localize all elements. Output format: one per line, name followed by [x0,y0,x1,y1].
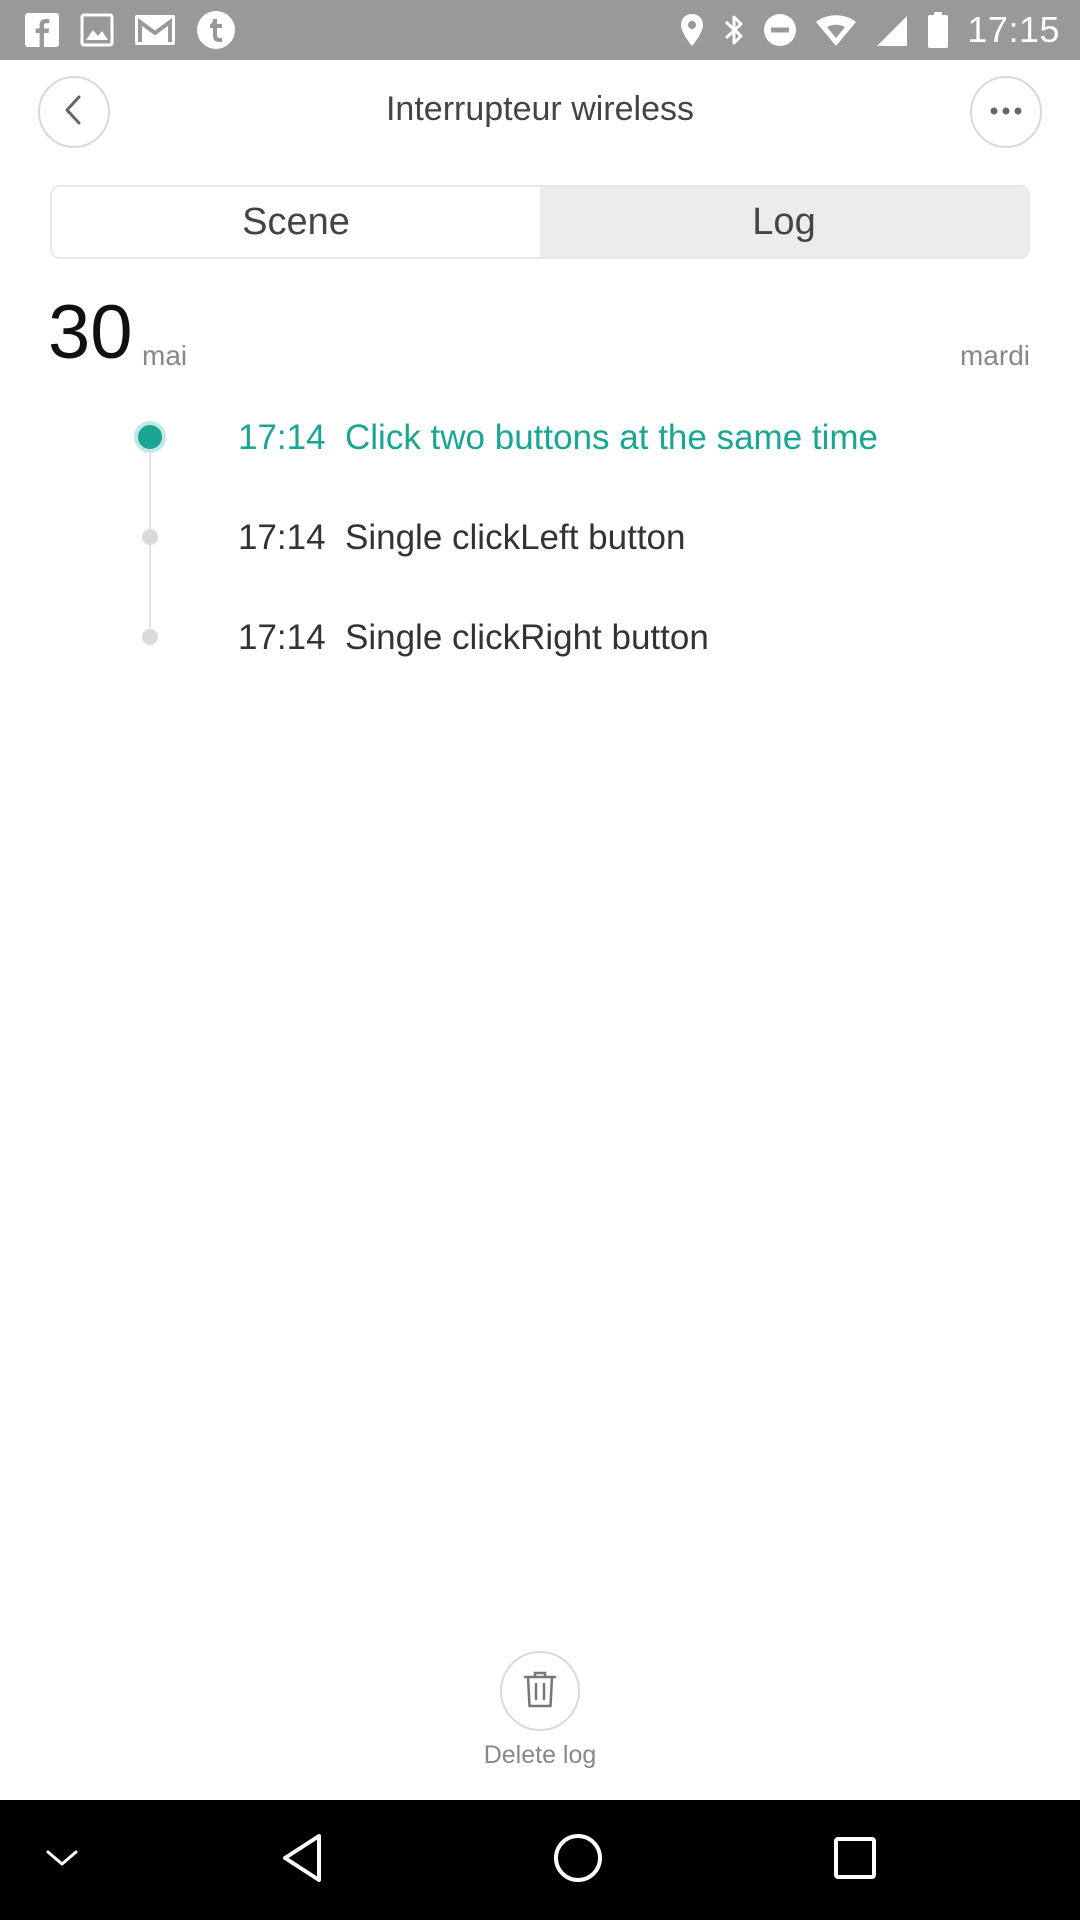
gallery-icon [80,13,114,47]
timeline-dot [142,629,158,645]
delete-log-button[interactable] [500,1651,580,1731]
home-circle-icon [552,1832,604,1889]
log-time: 17:14 [238,418,326,457]
system-nav-bar [0,1800,1080,1920]
gmail-icon [134,13,176,47]
more-horizontal-icon [988,103,1024,121]
log-text: Single clickLeft button [345,518,686,557]
back-triangle-icon [279,1832,325,1889]
nav-back-button[interactable] [262,1800,342,1920]
signal-icon [875,13,909,47]
recents-square-icon [832,1835,878,1886]
log-text: Single clickRight button [345,618,709,657]
tab-selector: Scene Log [50,185,1030,259]
log-entry[interactable]: 17:14 Single clickLeft button [0,506,1080,566]
status-time: 17:15 [967,9,1060,50]
log-time: 17:14 [238,618,326,657]
app-header: Interrupteur wireless [0,60,1080,164]
tab-scene[interactable]: Scene [52,187,540,257]
battery-icon [927,11,949,49]
timeline-dot [142,529,158,545]
trash-icon [521,1669,559,1714]
tab-log[interactable]: Log [540,187,1028,257]
page-title: Interrupteur wireless [385,90,694,128]
wifi-icon [815,13,857,47]
date-weekday: mardi [959,340,1030,371]
delete-log-label: Delete log [483,1741,597,1769]
date-day: 30 [48,290,133,375]
system-status-icons: 17:15 [679,8,1060,52]
log-text: Click two buttons at the same time [345,418,878,457]
nav-recents-button[interactable] [815,1800,895,1920]
location-icon [679,13,705,47]
facebook-icon [24,12,60,48]
nav-home-button[interactable] [538,1800,618,1920]
date-month: mai [142,340,188,371]
timeline-dot-active [134,421,166,453]
log-entry[interactable]: 17:14 Click two buttons at the same time [0,406,1080,466]
log-entry[interactable]: 17:14 Single clickRight button [0,606,1080,666]
bluetooth-icon [723,12,745,48]
tumblr-icon [196,10,236,50]
log-time: 17:14 [238,518,326,557]
status-bar: 17:15 [0,0,1080,60]
do-not-disturb-icon [763,13,797,47]
more-options-button[interactable] [970,76,1042,148]
notification-icons [24,10,236,50]
chevron-down-icon [44,1846,80,1875]
nav-collapse-button[interactable] [30,1800,94,1920]
